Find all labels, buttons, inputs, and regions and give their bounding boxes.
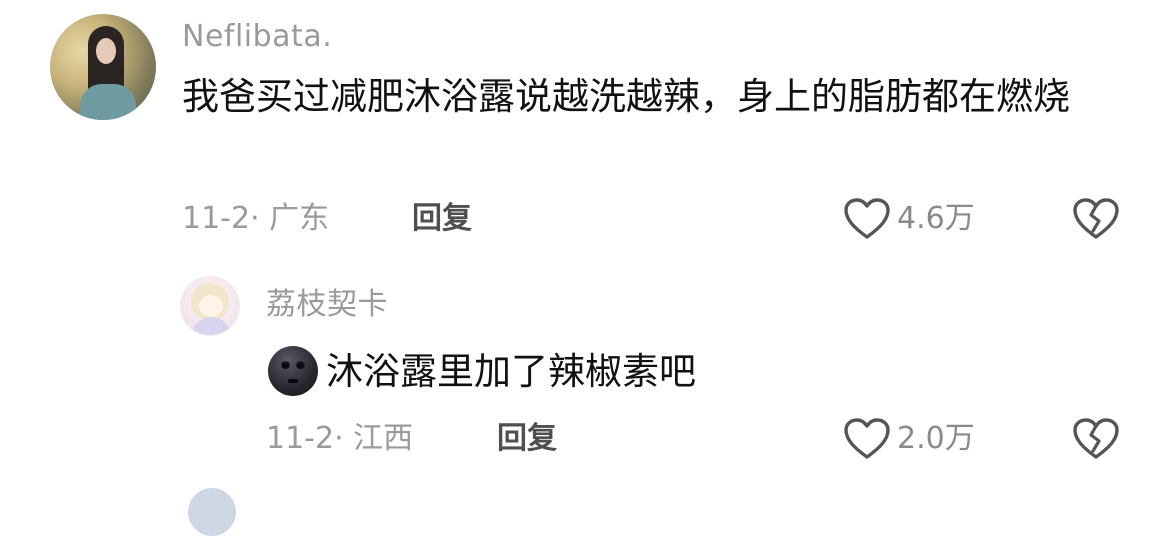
reply-text: 沐浴露里加了辣椒素吧: [326, 349, 696, 393]
reply-like-button[interactable]: 2.0万: [843, 417, 975, 461]
comment-date: 11-2: [182, 201, 251, 236]
reply-content: 沐浴露里加了辣椒素吧: [268, 346, 696, 396]
meta-separator: ·: [250, 201, 270, 236]
reply-date: 11-2: [266, 421, 335, 456]
reply-meta: 11-2· 江西: [266, 424, 413, 454]
dislike-button[interactable]: [1072, 197, 1120, 245]
like-button[interactable]: 4.6万: [843, 197, 975, 241]
reply-avatar[interactable]: [180, 276, 240, 336]
avatar[interactable]: [50, 14, 156, 120]
reply-location: 江西: [353, 421, 414, 456]
broken-heart-icon: [1073, 418, 1119, 459]
reply-button[interactable]: 回复: [412, 204, 472, 234]
broken-heart-icon: [1073, 198, 1119, 239]
heart-icon: [844, 198, 890, 239]
comment-username[interactable]: Neflibata.: [182, 22, 332, 52]
reply-dislike-button[interactable]: [1072, 417, 1120, 465]
reply-username[interactable]: 荔枝契卡: [266, 290, 388, 320]
meta-separator: ·: [334, 421, 354, 456]
like-count: 4.6万: [897, 201, 975, 236]
heart-icon: [844, 418, 890, 459]
new-moon-face-icon: [268, 346, 318, 396]
comment-meta: 11-2· 广东: [182, 204, 329, 234]
reply-like-count: 2.0万: [897, 421, 975, 456]
comment-location: 广东: [269, 201, 330, 236]
reply-reply-button[interactable]: 回复: [497, 424, 557, 454]
comment-text: 我爸买过减肥沐浴露说越洗越辣，身上的脂肪都在燃烧: [182, 75, 1070, 118]
next-comment-avatar[interactable]: [188, 488, 236, 536]
